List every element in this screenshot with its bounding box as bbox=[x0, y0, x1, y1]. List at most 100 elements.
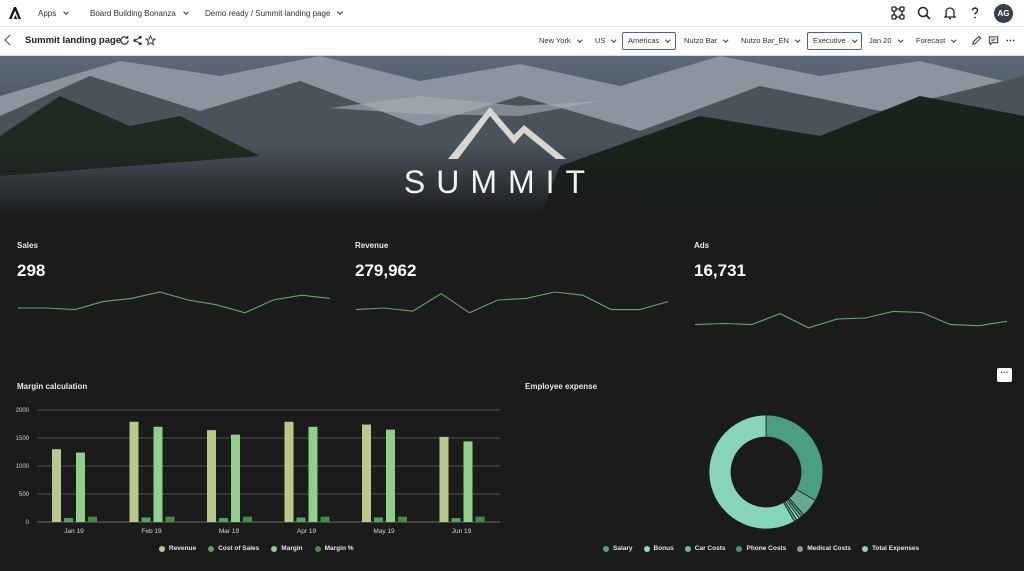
back-arrow-icon[interactable] bbox=[4, 34, 16, 46]
bar-cost-of-sales[interactable] bbox=[141, 517, 151, 522]
more-options-icon[interactable] bbox=[1005, 35, 1016, 46]
x-tick-label: Jun 19 bbox=[452, 528, 472, 535]
bar-cost-of-sales[interactable] bbox=[64, 518, 73, 522]
bell-icon[interactable] bbox=[942, 5, 958, 21]
page-title: Summit landing page bbox=[25, 35, 122, 46]
avatar[interactable]: AG bbox=[994, 4, 1013, 23]
filter-product[interactable]: Nutzo Bar bbox=[678, 32, 734, 50]
kpi-ads-label: Ads bbox=[694, 241, 710, 250]
legend-swatch bbox=[159, 545, 165, 552]
legend-item[interactable]: Margin % bbox=[314, 545, 354, 552]
x-tick-label: Mar 19 bbox=[219, 528, 240, 535]
chevron-down-icon bbox=[576, 37, 582, 43]
legend-label: Car Costs bbox=[694, 545, 726, 552]
chevron-down-icon bbox=[337, 9, 344, 15]
x-tick-label: Feb 19 bbox=[141, 528, 162, 535]
page-crumb[interactable]: Demo ready / Summit landing page bbox=[205, 0, 344, 27]
bar-revenue[interactable] bbox=[362, 424, 371, 522]
chevron-down-icon bbox=[897, 37, 903, 43]
legend-item[interactable]: Car Costs bbox=[684, 545, 726, 552]
star-icon[interactable] bbox=[145, 35, 156, 46]
bar-margin[interactable] bbox=[308, 426, 318, 522]
legend-label: Salary bbox=[613, 545, 633, 552]
legend-label: Revenue bbox=[169, 545, 197, 552]
filter-label: Forecast bbox=[916, 36, 946, 45]
legend-item[interactable]: Revenue bbox=[159, 545, 196, 552]
chevron-down-icon bbox=[63, 9, 70, 15]
bar-margin[interactable] bbox=[386, 429, 395, 522]
legend-item[interactable]: Margin bbox=[271, 545, 303, 552]
employee-legend: Salary Bonus Car Costs Phone Costs Medic… bbox=[603, 545, 919, 552]
edit-pencil-icon[interactable] bbox=[971, 35, 982, 46]
board-crumb[interactable]: Board Building Bonanza bbox=[90, 0, 189, 27]
legend-item[interactable]: Bonus bbox=[643, 545, 674, 552]
filter-city[interactable]: New York bbox=[533, 32, 587, 50]
bar-margin[interactable] bbox=[76, 452, 85, 522]
bar-margin-[interactable] bbox=[165, 516, 175, 522]
filter-product-lang[interactable]: Nutzo Bar_EN bbox=[735, 32, 805, 50]
legend-item[interactable]: Salary bbox=[603, 545, 633, 552]
apps-label: Apps bbox=[38, 9, 57, 18]
bar-cost-of-sales[interactable] bbox=[296, 517, 306, 522]
legend-label: Margin % bbox=[324, 545, 354, 552]
bar-margin-[interactable] bbox=[398, 516, 407, 522]
bar-cost-of-sales[interactable] bbox=[219, 518, 228, 522]
bar-revenue[interactable] bbox=[284, 421, 294, 522]
legend-item[interactable]: Total Expenses bbox=[861, 545, 919, 552]
y-tick-label: 2000 bbox=[16, 408, 30, 414]
search-icon[interactable] bbox=[916, 5, 932, 21]
bar-revenue[interactable] bbox=[129, 421, 139, 522]
comment-icon[interactable] bbox=[988, 35, 999, 46]
bar-margin[interactable] bbox=[463, 441, 473, 522]
filter-label: Executive bbox=[813, 36, 846, 45]
bar-revenue[interactable] bbox=[52, 449, 61, 522]
sparkline-series bbox=[18, 291, 331, 314]
bar-margin-[interactable] bbox=[243, 516, 252, 522]
chevron-down-icon bbox=[951, 37, 957, 43]
kpi-revenue-label: Revenue bbox=[355, 241, 389, 250]
filter-country[interactable]: US bbox=[589, 32, 622, 50]
bar-revenue[interactable] bbox=[439, 436, 449, 522]
y-tick-label: 1000 bbox=[16, 464, 30, 470]
kpi-sales-sparkline bbox=[18, 291, 331, 314]
x-tick-label: May 19 bbox=[373, 528, 395, 535]
kpi-revenue-sparkline bbox=[355, 291, 669, 314]
legend-label: Phone Costs bbox=[746, 545, 787, 552]
legend-swatch bbox=[684, 545, 691, 552]
bar-margin[interactable] bbox=[153, 426, 163, 522]
x-tick-label: Jan 19 bbox=[64, 528, 84, 535]
filter-label: Nutzo Bar_EN bbox=[741, 36, 789, 45]
sparkline-series bbox=[694, 310, 1008, 329]
legend-label: Cost of Sales bbox=[218, 545, 260, 552]
bar-revenue[interactable] bbox=[207, 430, 216, 522]
margin-legend: Revenue Cost of Sales Margin Margin % bbox=[159, 545, 354, 552]
kpi-sales-value: 298 bbox=[17, 261, 46, 280]
refresh-icon[interactable] bbox=[119, 35, 130, 46]
page-toolbar: Summit landing page New York US Americas… bbox=[0, 27, 1024, 56]
bar-margin[interactable] bbox=[231, 434, 240, 522]
bar-margin-[interactable] bbox=[320, 516, 330, 522]
sparkline-series bbox=[355, 291, 669, 314]
apps-menu[interactable]: Apps bbox=[38, 0, 70, 27]
legend-swatch bbox=[797, 545, 804, 552]
bar-cost-of-sales[interactable] bbox=[451, 518, 461, 522]
filter-period[interactable]: Jan 20 bbox=[863, 32, 908, 50]
legend-item[interactable]: Phone Costs bbox=[736, 545, 786, 552]
margin-card-title: Margin calculation bbox=[17, 382, 88, 391]
filter-role[interactable]: Executive bbox=[807, 32, 863, 50]
bar-margin-[interactable] bbox=[475, 516, 485, 522]
bar-margin-[interactable] bbox=[88, 516, 97, 522]
filter-region[interactable]: Americas bbox=[622, 32, 676, 50]
share-icon[interactable] bbox=[132, 35, 143, 46]
nodes-icon[interactable] bbox=[890, 5, 906, 21]
legend-item[interactable]: Cost of Sales bbox=[208, 545, 259, 552]
donut-slice-remainder[interactable] bbox=[765, 414, 824, 501]
card-more-button[interactable]: ··· bbox=[997, 368, 1012, 382]
help-icon[interactable] bbox=[967, 5, 983, 21]
legend-item[interactable]: Medical Costs bbox=[797, 545, 851, 552]
filter-label: US bbox=[595, 36, 606, 45]
filter-scenario[interactable]: Forecast bbox=[910, 32, 962, 50]
legend-label: Margin bbox=[281, 545, 303, 552]
app-logo-icon[interactable] bbox=[8, 6, 22, 20]
bar-cost-of-sales[interactable] bbox=[374, 517, 383, 522]
